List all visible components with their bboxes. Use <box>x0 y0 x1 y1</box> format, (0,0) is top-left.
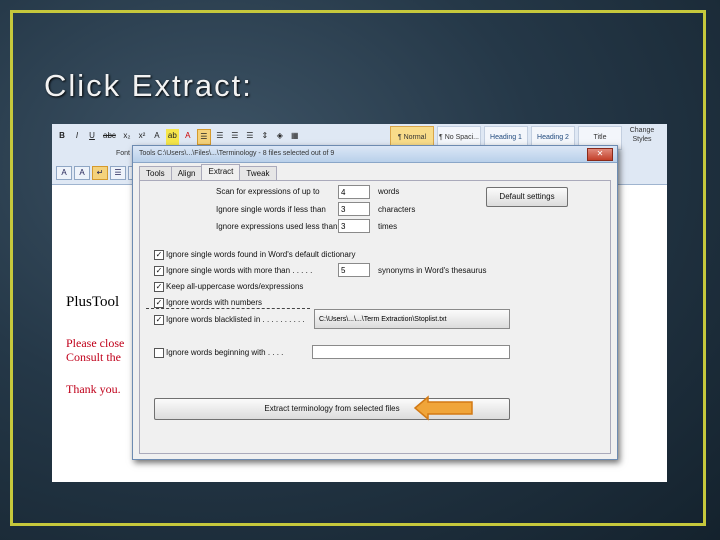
strikethrough-button[interactable]: abc <box>101 129 118 145</box>
borders-button[interactable]: ▦ <box>289 129 301 145</box>
underline-button[interactable]: U <box>86 129 98 145</box>
opt6-label: Ignore words beginning with . . . . <box>166 348 284 357</box>
doc-line: Please close <box>66 336 125 350</box>
dialog-title: Tools C:\Users\...\Files\...\Terminology… <box>139 150 335 157</box>
doc-thanks: Thank you. <box>66 382 121 396</box>
align-left-button[interactable]: ☰ <box>196 129 211 145</box>
close-button[interactable]: ✕ <box>587 148 613 161</box>
opt2-input[interactable]: 5 <box>338 263 370 277</box>
opt1-checkbox[interactable]: ✓ <box>154 250 164 260</box>
plustools-toolbar: A A ↵ ☰ ☰ <box>56 166 144 180</box>
stoplist-path-button[interactable]: C:\Users\...\...\Term Extraction\Stoplis… <box>314 309 510 329</box>
opt2-label: Ignore single words with more than . . .… <box>166 266 313 275</box>
doc-paragraph: Please close Consult the <box>66 336 124 364</box>
opt5-checkbox[interactable]: ✓ <box>154 315 164 325</box>
ignore-short-input[interactable]: 3 <box>338 202 370 216</box>
opt5-label: Ignore words blacklisted in . . . . . . … <box>166 315 305 324</box>
opt1-label: Ignore single words found in Word's defa… <box>166 250 356 259</box>
justify-button[interactable]: ☰ <box>244 129 256 145</box>
highlight-button[interactable]: ab <box>165 129 179 145</box>
tool-button-4[interactable]: ☰ <box>110 166 126 180</box>
tool-button-a2[interactable]: A <box>74 166 90 180</box>
dotted-separator <box>146 308 310 309</box>
opt4-label: Ignore words with numbers <box>166 298 263 307</box>
superscript-button[interactable]: x² <box>136 129 148 145</box>
scan-unit: words <box>378 187 400 196</box>
tool-button-a1[interactable]: A <box>56 166 72 180</box>
opt6-input[interactable] <box>312 345 510 359</box>
ignore-expr-unit: times <box>378 222 398 231</box>
scan-label: Scan for expressions of up to <box>216 187 320 196</box>
opt2-checkbox[interactable]: ✓ <box>154 266 164 276</box>
opt3-label: Keep all-uppercase words/expressions <box>166 282 304 291</box>
default-settings-button[interactable]: Default settings <box>486 187 568 207</box>
dialog-titlebar[interactable]: Tools C:\Users\...\Files\...\Terminology… <box>133 146 617 163</box>
scan-input[interactable]: 4 <box>338 185 370 199</box>
bold-button[interactable]: B <box>56 129 68 145</box>
text-effects-button[interactable]: A <box>151 129 163 145</box>
subscript-button[interactable]: x₂ <box>121 129 133 145</box>
format-toolbar: B I U abc x₂ x² A ab A ☰ ☰ ☰ ☰ ⇕ ◈ ▦ <box>56 129 301 145</box>
tab-tweak[interactable]: Tweak <box>239 166 277 181</box>
change-styles-button[interactable]: Change Styles <box>622 126 662 144</box>
doc-line: Consult the <box>66 350 122 364</box>
pointer-arrow-icon <box>413 395 473 421</box>
font-group-label: Font <box>116 150 131 157</box>
tab-tools[interactable]: Tools <box>139 166 172 181</box>
slide-title: Click Extract: <box>44 68 253 103</box>
plustools-dialog: Tools C:\Users\...\Files\...\Terminology… <box>132 145 618 460</box>
extract-panel: Scan for expressions of up to 4 words Ig… <box>139 180 611 454</box>
opt4-checkbox[interactable]: ✓ <box>154 298 164 308</box>
font-color-button[interactable]: A <box>182 129 194 145</box>
ignore-short-unit: characters <box>378 205 416 214</box>
align-center-button[interactable]: ☰ <box>214 129 226 145</box>
doc-heading: PlusTool <box>66 294 120 310</box>
ignore-short-label: Ignore single words if less than <box>216 205 326 214</box>
italic-button[interactable]: I <box>71 129 83 145</box>
opt2-unit: synonyms in Word's thesaurus <box>378 266 487 275</box>
tool-button-active[interactable]: ↵ <box>92 166 108 180</box>
opt6-checkbox[interactable] <box>154 348 164 358</box>
align-right-button[interactable]: ☰ <box>229 129 241 145</box>
shading-button[interactable]: ◈ <box>274 129 286 145</box>
ignore-expr-label: Ignore expressions used less than <box>216 222 338 231</box>
tab-extract[interactable]: Extract <box>201 164 241 181</box>
tab-align[interactable]: Align <box>170 166 203 181</box>
ignore-expr-input[interactable]: 3 <box>338 219 370 233</box>
line-spacing-button[interactable]: ⇕ <box>259 129 271 145</box>
opt3-checkbox[interactable]: ✓ <box>154 282 164 292</box>
dialog-tabs: Tools Align Extract Tweak <box>139 164 277 181</box>
